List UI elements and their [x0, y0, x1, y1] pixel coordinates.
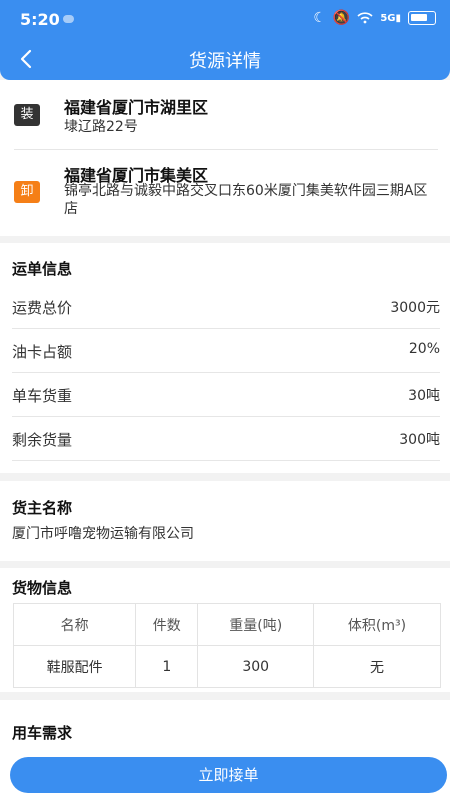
wifi-icon — [357, 12, 373, 24]
address-card: 装 福建省厦门市湖里区 埭辽路22号 卸 福建省厦门市集美区 锦亭北路与诚毅中路… — [0, 80, 450, 236]
status-bar: 5:20 ☾ 🔕 5G▮ — [0, 0, 450, 38]
column-header: 体积(m³) — [313, 603, 441, 646]
status-icons: ☾ 🔕 5G▮ — [313, 10, 436, 26]
table-row: 鞋服配件 1 300 无 — [12, 645, 441, 688]
address-divider — [14, 149, 438, 150]
row-label: 运费总价 — [12, 299, 73, 317]
owner-card: 货主名称 厦门市呼噜宠物运输有限公司 — [0, 481, 450, 561]
accept-order-button[interactable]: 立即接单 — [10, 757, 447, 793]
loading-tag: 装 — [14, 104, 40, 126]
row-value: 300吨 — [399, 432, 440, 448]
unloading-street: 锦亭北路与诚毅中路交叉口东60米厦门集美软件园三期A区店 — [64, 183, 428, 217]
column-header: 名称 — [12, 603, 137, 646]
status-tag-icon — [63, 15, 74, 23]
battery-icon — [408, 11, 436, 25]
table-cell: 1 — [135, 645, 199, 688]
waybill-card: 运单信息 运费总价 3000元 油卡占额 20% 单车货重 30吨 剩余货量 3… — [0, 243, 450, 473]
waybill-row: 油卡占额 20% — [12, 329, 440, 373]
row-value: 30吨 — [408, 388, 440, 404]
signal-icon: 5G▮ — [380, 12, 401, 24]
table-header-row: 名称 件数 重量(吨) 体积(m³) — [12, 603, 441, 646]
goods-card: 货物信息 名称 件数 重量(吨) 体积(m³) 鞋服配件 1 300 无 — [0, 568, 450, 692]
column-header: 重量(吨) — [197, 603, 315, 646]
nav-bar: 货源详情 — [0, 38, 450, 80]
vehicle-need-title: 用车需求 — [12, 724, 73, 742]
network-label: 5G — [380, 12, 396, 24]
row-label: 油卡占额 — [12, 343, 73, 361]
row-label: 单车货重 — [12, 387, 73, 405]
loading-city: 福建省厦门市湖里区 — [64, 98, 209, 117]
owner-title: 货主名称 — [12, 499, 73, 517]
row-value: 3000元 — [390, 300, 440, 316]
page-title: 货源详情 — [189, 51, 261, 72]
table-cell: 300 — [197, 645, 315, 688]
unloading-tag: 卸 — [14, 181, 40, 203]
waybill-row: 单车货重 30吨 — [12, 373, 440, 417]
row-value: 20% — [408, 341, 440, 357]
waybill-row: 剩余货量 300吨 — [12, 417, 440, 461]
column-header: 件数 — [135, 603, 199, 646]
goods-table: 名称 件数 重量(吨) 体积(m³) 鞋服配件 1 300 无 — [12, 603, 441, 688]
owner-name: 厦门市呼噜宠物运输有限公司 — [12, 526, 194, 542]
mute-bell-icon: 🔕 — [332, 10, 351, 26]
table-cell: 鞋服配件 — [12, 645, 137, 688]
status-time: 5:20 — [20, 10, 60, 29]
moon-icon: ☾ — [313, 10, 326, 26]
waybill-title: 运单信息 — [12, 260, 73, 278]
loading-street: 埭辽路22号 — [64, 119, 138, 135]
goods-title: 货物信息 — [12, 579, 73, 597]
table-cell: 无 — [313, 645, 441, 688]
waybill-row: 运费总价 3000元 — [12, 285, 440, 329]
row-label: 剩余货量 — [12, 431, 73, 449]
